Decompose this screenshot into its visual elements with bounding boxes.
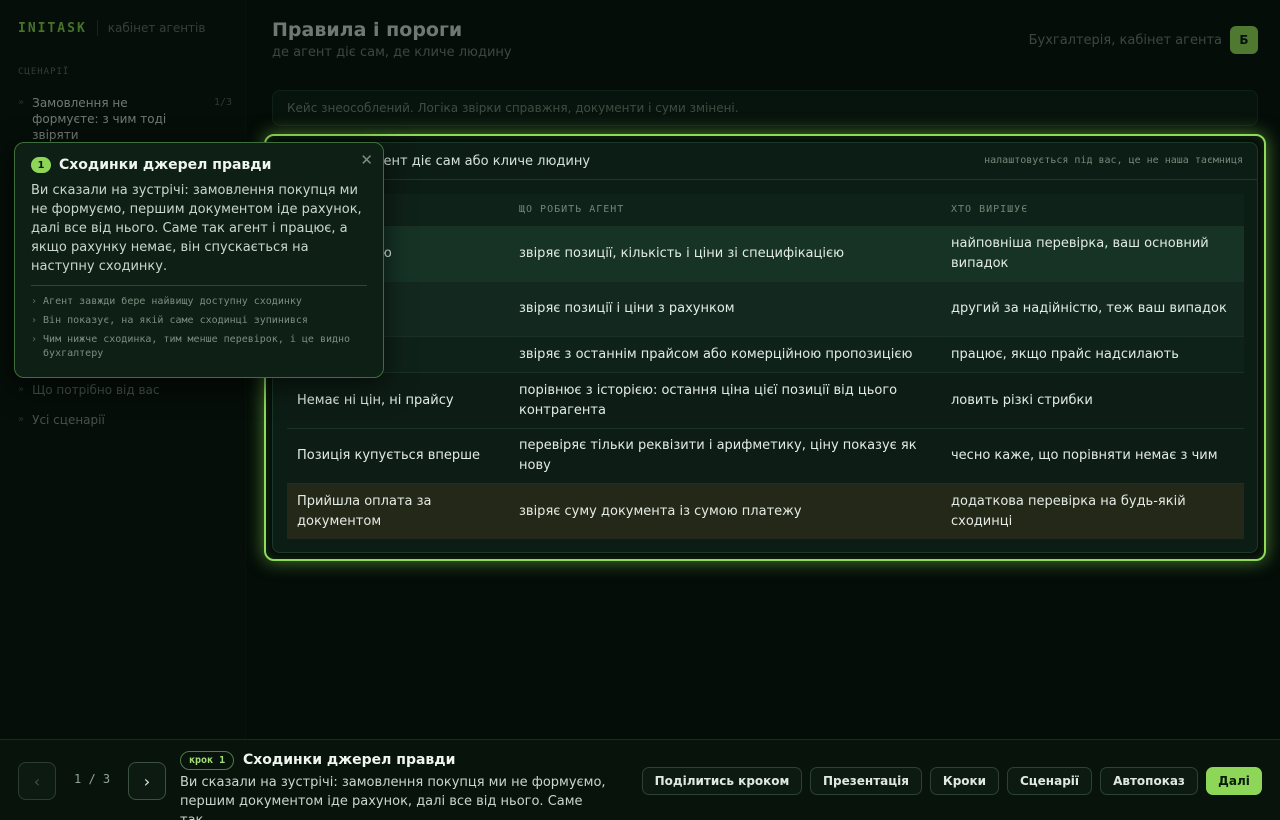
table-cell: перевіряє тільки реквізити і арифметику,… <box>519 438 917 473</box>
sidebar-item-all-scenarios[interactable]: » Усі сценарії <box>18 412 105 428</box>
step-badge: крок 1 <box>180 751 235 770</box>
context-label: Бухгалтерія, кабінет агента <box>1028 32 1222 48</box>
brand-logo: INITASK <box>18 20 87 36</box>
prev-step-button[interactable]: ‹ <box>18 762 56 800</box>
list-item-text: Він показує, на якій саме сходинці зупин… <box>43 315 308 326</box>
card-note: налаштовується під вас, це не наша таємн… <box>984 155 1243 166</box>
sidebar-item-label: Що потрібно від вас <box>32 383 160 397</box>
list-item: › Агент завжди бере найвищу доступну схо… <box>31 295 371 309</box>
rules-table: ЩО РОБИТЬ АГЕНТ ХТО ВИРІШУЄ пецифікацією… <box>287 194 1244 539</box>
page-subtitle: де агент діє сам, де кличе людину <box>272 45 512 60</box>
table-cell: звіряє позиції і ціни з рахунком <box>519 301 735 316</box>
divider <box>31 285 367 286</box>
table-cell: ловить різкі стрибки <box>951 392 1093 408</box>
avatar[interactable]: Б <box>1230 26 1258 54</box>
popover-body: Ви сказали на зустрічі: замовлення покуп… <box>31 183 362 274</box>
table-cell: працює, якщо прайс надсилають <box>951 346 1179 362</box>
sidebar-item-scenario[interactable]: » Замовлення не формуєте: з чим тоді зві… <box>18 95 232 143</box>
table-cell: другий за надійністю, теж ваш випадок <box>951 301 1227 316</box>
divider <box>96 20 98 36</box>
chevron-left-icon: ‹ <box>33 771 41 791</box>
popover-bullets: › Агент завжди бере найвищу доступну схо… <box>31 295 371 366</box>
step-number-badge: 1 <box>31 157 51 173</box>
chevron-right-icon: › <box>31 334 38 345</box>
sidebar-item-label: Замовлення не формуєте: з чим тоді звіря… <box>32 96 167 142</box>
tour-bar: ‹ 1 / 3 › крок 1 Сходинки джерел правди … <box>0 739 1280 820</box>
table-row: д який ішла звіряє позиції і ціни з раху… <box>287 282 1244 337</box>
share-step-button[interactable]: Поділитись кроком <box>642 767 802 795</box>
popover-header: 1 Сходинки джерел правди <box>31 157 271 173</box>
sidebar-item-needs[interactable]: » Що потрібно від вас <box>18 382 159 398</box>
table-cell: звіряє суму документа із сумою платежу <box>519 503 802 519</box>
column-header: ЩО РОБИТЬ АГЕНТ <box>519 204 625 215</box>
sidebar-item-count: 1/3 <box>214 97 233 108</box>
chevron-right-icon: › <box>31 296 38 307</box>
close-icon[interactable]: ✕ <box>360 151 373 169</box>
brand: INITASK кабінет агентів <box>18 20 205 36</box>
table-cell: Прийшла оплата за документом <box>297 493 432 529</box>
bullet-icon: » <box>18 384 25 395</box>
table-row-highlighted: Прийшла оплата за документом звіряє суму… <box>287 484 1244 539</box>
table-cell: звіряє з останнім прайсом або комерційно… <box>519 346 913 362</box>
column-header: ХТО ВИРІШУЄ <box>951 204 1029 215</box>
autoplay-button[interactable]: Автопоказ <box>1100 767 1198 795</box>
chevron-right-icon: › <box>31 315 38 326</box>
sidebar-item-label: Усі сценарії <box>32 413 105 427</box>
step-popover: 1 Сходинки джерел правди ✕ Ви сказали на… <box>14 142 384 378</box>
rules-card: а, за якими агент діє сам або кличе люди… <box>272 142 1258 553</box>
list-item-text: Чим нижче сходинка, тим менше перевірок,… <box>43 334 351 359</box>
table-row: пецифікацією звіряє позиції, кількість і… <box>287 227 1244 282</box>
list-item: › Чим нижче сходинка, тим менше перевіро… <box>31 333 371 361</box>
next-step-arrow-button[interactable]: › <box>128 762 166 800</box>
table-cell: чесно каже, що порівняти немає з чим <box>951 448 1218 463</box>
scenarios-button[interactable]: Сценарії <box>1007 767 1092 795</box>
table-header: ЩО РОБИТЬ АГЕНТ ХТО ВИРІШУЄ <box>287 194 1244 227</box>
bullet-icon: » <box>18 414 25 425</box>
table-cell: звіряє позиції, кількість і ціни зі спец… <box>519 246 845 261</box>
table-cell: додаткова перевірка на будь-якій сходинц… <box>951 493 1186 529</box>
next-button[interactable]: Далі <box>1206 767 1262 795</box>
step-pager: 1 / 3 <box>74 772 111 786</box>
notice-banner: Кейс знеособлений. Логіка звірки справжн… <box>272 90 1258 126</box>
step-title: Сходинки джерел правди <box>243 752 456 768</box>
table-row: Позиція купується вперше перевіряє тільк… <box>287 429 1244 484</box>
step-text: Ви сказали на зустрічі: замовлення покуп… <box>180 775 606 820</box>
table-row: Немає ні цін, ні прайсу порівнює з істор… <box>287 373 1244 429</box>
sidebar-section-title: СЦЕНАРІЇ <box>18 67 70 77</box>
page-title: Правила і пороги <box>272 19 463 41</box>
table-row: цін звіряє з останнім прайсом або комерц… <box>287 337 1244 373</box>
card-header: а, за якими агент діє сам або кличе люди… <box>273 143 1257 180</box>
table-cell: Позиція купується вперше <box>297 448 481 463</box>
popover-title: Сходинки джерел правди <box>59 157 272 173</box>
header-context: Бухгалтерія, кабінет агента Б <box>1029 26 1258 54</box>
list-item-text: Агент завжди бере найвищу доступну сходи… <box>43 296 302 307</box>
bullet-icon: » <box>18 97 25 108</box>
table-cell: найповніша перевірка, ваш основний випад… <box>951 236 1209 271</box>
brand-subtitle: кабінет агентів <box>107 21 206 35</box>
table-cell: Немає ні цін, ні прайсу <box>297 392 454 408</box>
chevron-right-icon: › <box>143 771 151 791</box>
table-cell: порівнює з історією: остання ціна цієї п… <box>519 382 898 418</box>
steps-button[interactable]: Кроки <box>930 767 999 795</box>
presentation-button[interactable]: Презентація <box>810 767 922 795</box>
list-item: › Він показує, на якій саме сходинці зуп… <box>31 314 371 328</box>
